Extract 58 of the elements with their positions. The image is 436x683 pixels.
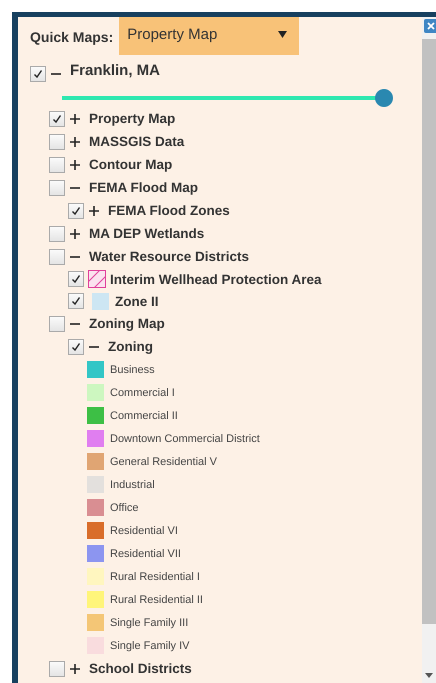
legend-label: Commercial I (110, 386, 175, 398)
slider-thumb[interactable] (375, 89, 393, 107)
expand-icon[interactable] (69, 662, 81, 674)
checkbox[interactable] (49, 134, 65, 150)
checkbox[interactable] (49, 316, 65, 332)
check-icon (71, 274, 81, 284)
expand-icon[interactable] (69, 136, 81, 148)
legend-label: Office (110, 502, 139, 514)
check-icon (71, 342, 81, 352)
layer-label: Property Map (89, 111, 176, 126)
layer-label: School Districts (89, 661, 192, 676)
check-icon (71, 296, 81, 306)
legend-label: Residential VII (110, 548, 181, 560)
layer-label: Zoning (108, 339, 153, 354)
check-icon (33, 69, 43, 79)
quick-maps-label: Quick Maps: (30, 29, 114, 45)
layer-label: Franklin, MA (70, 62, 160, 78)
checkbox[interactable] (49, 156, 65, 172)
legend-label: Residential VI (110, 524, 178, 536)
check-icon (52, 114, 62, 124)
checkbox[interactable] (68, 293, 84, 309)
layer-label: Zone II (115, 294, 158, 308)
layer-label: Interim Wellhead Protection Area (110, 272, 322, 286)
layer-label: Water Resource Districts (89, 249, 250, 264)
legend-label: Downtown Commercial District (110, 432, 260, 444)
expand-icon[interactable] (69, 112, 81, 124)
quick-maps-dropdown[interactable]: Property Map (119, 17, 300, 55)
legend-label: Commercial II (110, 410, 178, 422)
layer-label: FEMA Flood Map (89, 180, 198, 195)
caret-icon (278, 30, 288, 38)
layer-label: MA DEP Wetlands (89, 226, 204, 241)
layer-label: Contour Map (89, 157, 172, 172)
legend-label: Single Family III (110, 616, 188, 628)
check-icon (71, 206, 81, 216)
close-icon (427, 22, 435, 30)
legend-label: Rural Residential II (110, 594, 203, 606)
checkbox[interactable] (68, 271, 84, 287)
legend-label: Single Family IV (110, 640, 190, 652)
legend-label: Business (110, 364, 155, 376)
checkbox[interactable] (49, 248, 65, 264)
layer-label: MASSGIS Data (89, 134, 184, 149)
expand-icon[interactable] (69, 158, 81, 170)
checkbox[interactable] (49, 226, 65, 242)
expand-icon[interactable] (69, 228, 81, 240)
legend-label: Industrial (110, 478, 155, 490)
checkbox[interactable] (49, 110, 65, 126)
checkbox[interactable] (30, 66, 46, 82)
opacity-slider[interactable] (62, 89, 393, 107)
close-button[interactable] (424, 19, 436, 33)
checkbox[interactable] (68, 338, 84, 354)
checkbox[interactable] (49, 180, 65, 196)
layer-label: FEMA Flood Zones (108, 203, 230, 218)
expand-icon[interactable] (88, 204, 100, 216)
checkbox[interactable] (68, 202, 84, 218)
layer-label: Zoning Map (89, 316, 165, 331)
checkbox[interactable] (49, 660, 65, 676)
legend-label: Rural Residential I (110, 570, 200, 582)
legend-label: General Residential V (110, 456, 218, 468)
